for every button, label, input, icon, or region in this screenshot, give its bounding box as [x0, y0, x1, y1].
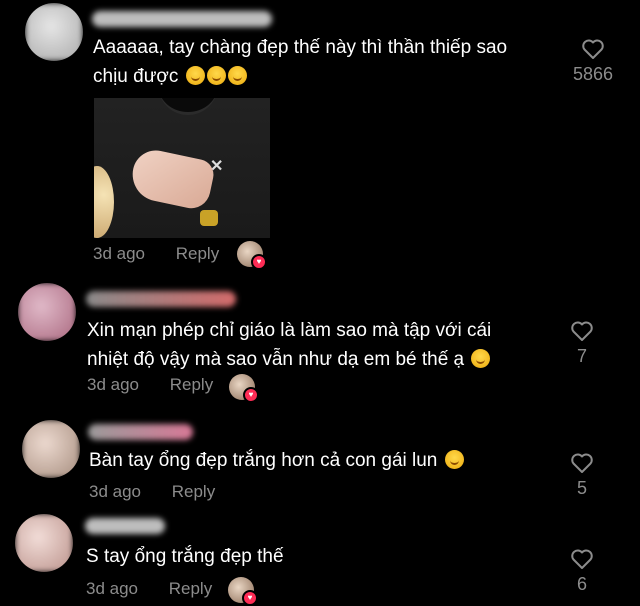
reply-button[interactable]: Reply: [176, 244, 219, 263]
like-count: 6: [576, 574, 587, 594]
avatar[interactable]: [18, 283, 76, 341]
like-count: 5866: [572, 64, 614, 84]
heart-outline-icon: [571, 549, 593, 569]
comment-meta: 3d ago Reply: [93, 244, 245, 264]
comment-meta: 3d ago Reply: [89, 482, 241, 502]
like-button[interactable]: 6: [552, 548, 612, 595]
like-button[interactable]: 7: [552, 320, 612, 367]
comment-text: Bàn tay ổng đẹp trắng hơn cả con gái lun: [89, 446, 569, 475]
timestamp: 3d ago: [93, 244, 145, 263]
like-button[interactable]: 5: [552, 452, 612, 499]
emoji-icon: [471, 349, 491, 368]
like-count: 7: [576, 346, 587, 366]
timestamp: 3d ago: [87, 375, 139, 394]
timestamp: 3d ago: [89, 482, 141, 501]
emoji-icon: [185, 66, 205, 85]
comment-text: Xin mạn phép chỉ giáo là làm sao mà tập …: [87, 320, 492, 370]
creator-liked-icon: ♥: [237, 241, 267, 270]
comment-text: Aaaaaa, tay chàng đẹp thế này thì thần t…: [93, 37, 508, 87]
avatar[interactable]: [15, 514, 73, 572]
username-blurred[interactable]: [88, 424, 193, 440]
timestamp: 3d ago: [86, 579, 138, 598]
creator-liked-icon: ♥: [229, 374, 259, 403]
username-blurred[interactable]: [92, 11, 272, 27]
creator-liked-icon: ♥: [228, 577, 258, 606]
avatar[interactable]: [25, 3, 83, 61]
emoji-icon: [206, 66, 226, 85]
comment-text: S tay ổng trắng đẹp thế: [86, 546, 284, 567]
username-blurred[interactable]: [86, 291, 236, 307]
avatar[interactable]: [22, 420, 80, 478]
emoji-icon: [444, 450, 464, 469]
heart-outline-icon: [571, 453, 593, 473]
reply-button[interactable]: Reply: [169, 579, 212, 598]
reply-button[interactable]: Reply: [170, 375, 213, 394]
username-blurred[interactable]: [85, 518, 165, 534]
comment-photo[interactable]: ✕: [94, 98, 270, 238]
heart-outline-icon: [582, 39, 604, 59]
like-count: 5: [576, 478, 587, 498]
comment-meta: 3d ago Reply: [86, 579, 238, 599]
heart-outline-icon: [571, 321, 593, 341]
like-button[interactable]: 5866: [563, 38, 623, 85]
comment-meta: 3d ago Reply: [87, 375, 239, 395]
reply-button[interactable]: Reply: [172, 482, 215, 501]
emoji-icon: [227, 66, 247, 85]
